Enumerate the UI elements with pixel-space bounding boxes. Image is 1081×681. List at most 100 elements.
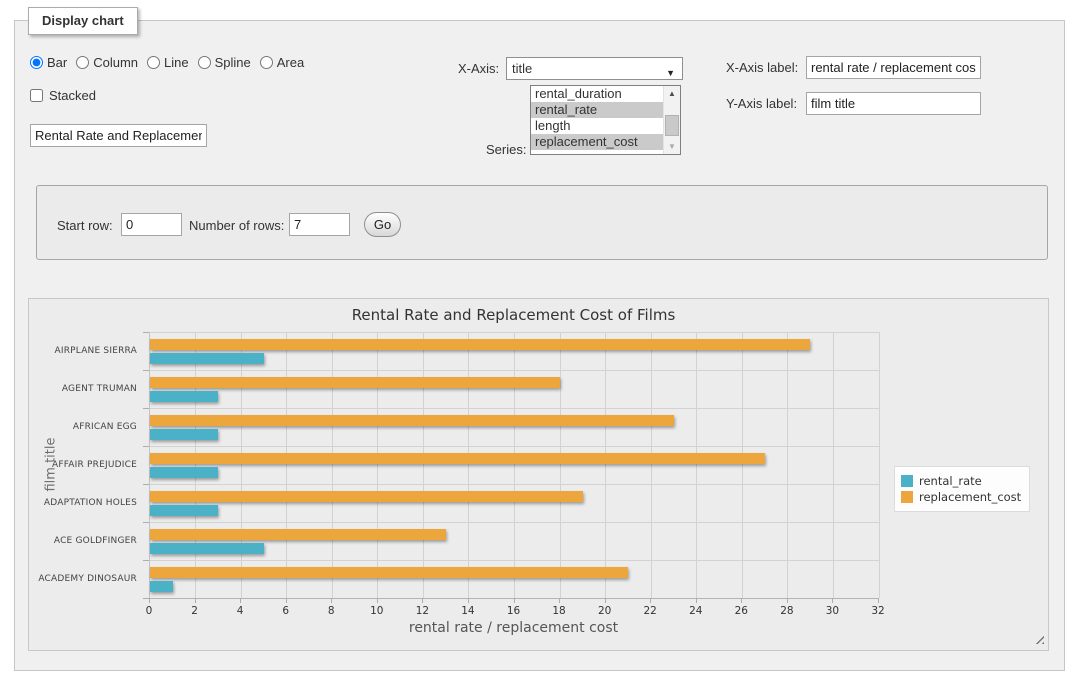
legend-item-replacement_cost[interactable]: replacement_cost [901,490,1021,504]
bar-rental_rate[interactable] [150,391,218,402]
category-axis-labels: AIRPLANE SIERRAAGENT TRUMANAFRICAN EGGAF… [29,332,143,598]
x-axis-tick [559,598,560,603]
gridline [696,332,697,598]
radio-bar[interactable] [30,56,43,69]
plot-area [149,332,879,599]
bar-rental_rate[interactable] [150,467,218,478]
bar-replacement_cost[interactable] [150,567,628,578]
series-option-length[interactable]: length [531,118,663,134]
stacked-checkbox-row[interactable]: Stacked [30,88,96,103]
x-tick-label: 2 [180,605,210,617]
bar-rental_rate[interactable] [150,581,173,592]
chevron-down-icon: ▼ [666,63,675,84]
category-label: AIRPLANE SIERRA [29,332,143,370]
bar-replacement_cost[interactable] [150,491,583,502]
bar-replacement_cost[interactable] [150,377,560,388]
y-axis-tick [143,484,149,485]
gridline [150,370,879,371]
gridline [150,446,879,447]
x-axis-label-input[interactable] [806,56,981,79]
chart-type-option-spline[interactable]: Spline [198,55,251,70]
radio-spline[interactable] [198,56,211,69]
gridline [787,332,788,598]
y-axis-tick [143,408,149,409]
series-listbox[interactable]: rental_durationrental_ratelengthreplacem… [530,85,681,155]
chart-type-option-bar[interactable]: Bar [30,55,67,70]
x-axis-tick [240,598,241,603]
listbox-scrollbar[interactable]: ▲ ▼ [663,86,680,154]
num-rows-input[interactable] [289,213,350,236]
category-label: AFFAIR PREJUDICE [29,446,143,484]
chart-type-option-area[interactable]: Area [260,55,304,70]
gridline [286,332,287,598]
gridline [195,332,196,598]
gridline [879,332,880,598]
radio-label: Line [164,55,189,70]
gridline [742,332,743,598]
bar-rental_rate[interactable] [150,353,264,364]
legend-item-rental_rate[interactable]: rental_rate [901,474,1021,488]
y-axis-tick [143,446,149,447]
y-axis-label-input[interactable] [806,92,981,115]
series-option-rental_duration[interactable]: rental_duration [531,86,663,102]
x-axis-tick [468,598,469,603]
bar-replacement_cost[interactable] [150,453,765,464]
x-tick-label: 18 [544,605,574,617]
x-tick-label: 20 [590,605,620,617]
series-option-replacement_cost[interactable]: replacement_cost [531,134,663,150]
scroll-down-icon[interactable]: ▼ [664,139,680,154]
gridline [150,408,879,409]
go-button[interactable]: Go [364,212,401,237]
scroll-up-icon[interactable]: ▲ [664,86,680,101]
start-row-input[interactable] [121,213,182,236]
x-axis-select-label: X-Axis: [458,61,499,76]
series-select-label: Series: [486,142,526,157]
bar-replacement_cost[interactable] [150,529,446,540]
x-tick-label: 22 [635,605,665,617]
start-row-label: Start row: [57,218,113,233]
bar-replacement_cost[interactable] [150,339,810,350]
x-tick-label: 24 [681,605,711,617]
radio-column[interactable] [76,56,89,69]
chart-type-option-line[interactable]: Line [147,55,189,70]
x-tick-label: 14 [453,605,483,617]
chart-title-input[interactable] [30,124,207,147]
gridline [332,332,333,598]
x-axis-tick [195,598,196,603]
resize-handle-icon[interactable] [1032,632,1044,644]
y-axis-label-label: Y-Axis label: [726,96,797,111]
scrollbar-thumb[interactable] [665,115,679,136]
gridline [651,332,652,598]
x-tick-label: 0 [134,605,164,617]
category-label: AGENT TRUMAN [29,370,143,408]
x-tick-label: 6 [271,605,301,617]
bar-rental_rate[interactable] [150,505,218,516]
x-axis-tick [832,598,833,603]
x-axis-tick [377,598,378,603]
y-axis-tick [143,370,149,371]
radio-label: Spline [215,55,251,70]
gridline [514,332,515,598]
row-controls-panel: Start row: Number of rows: Go [36,185,1048,260]
gridline [833,332,834,598]
x-tick-label: 8 [316,605,346,617]
x-axis-select[interactable]: title ▼ [506,57,683,80]
series-option-rental_rate[interactable]: rental_rate [531,102,663,118]
radio-line[interactable] [147,56,160,69]
bar-rental_rate[interactable] [150,429,218,440]
gridline [605,332,606,598]
x-tick-label: 30 [817,605,847,617]
x-tick-label: 32 [863,605,893,617]
bar-rental_rate[interactable] [150,543,264,554]
radio-area[interactable] [260,56,273,69]
chart-container: Rental Rate and Replacement Cost of Film… [28,298,1049,651]
x-axis-tick [422,598,423,603]
category-label: ADAPTATION HOLES [29,484,143,522]
chart-type-option-column[interactable]: Column [76,55,138,70]
chart-legend: rental_rate replacement_cost [894,466,1030,512]
category-label: ACE GOLDFINGER [29,522,143,560]
x-axis-label-label: X-Axis label: [726,60,798,75]
stacked-checkbox[interactable] [30,89,43,102]
gridline [150,560,879,561]
bar-replacement_cost[interactable] [150,415,674,426]
